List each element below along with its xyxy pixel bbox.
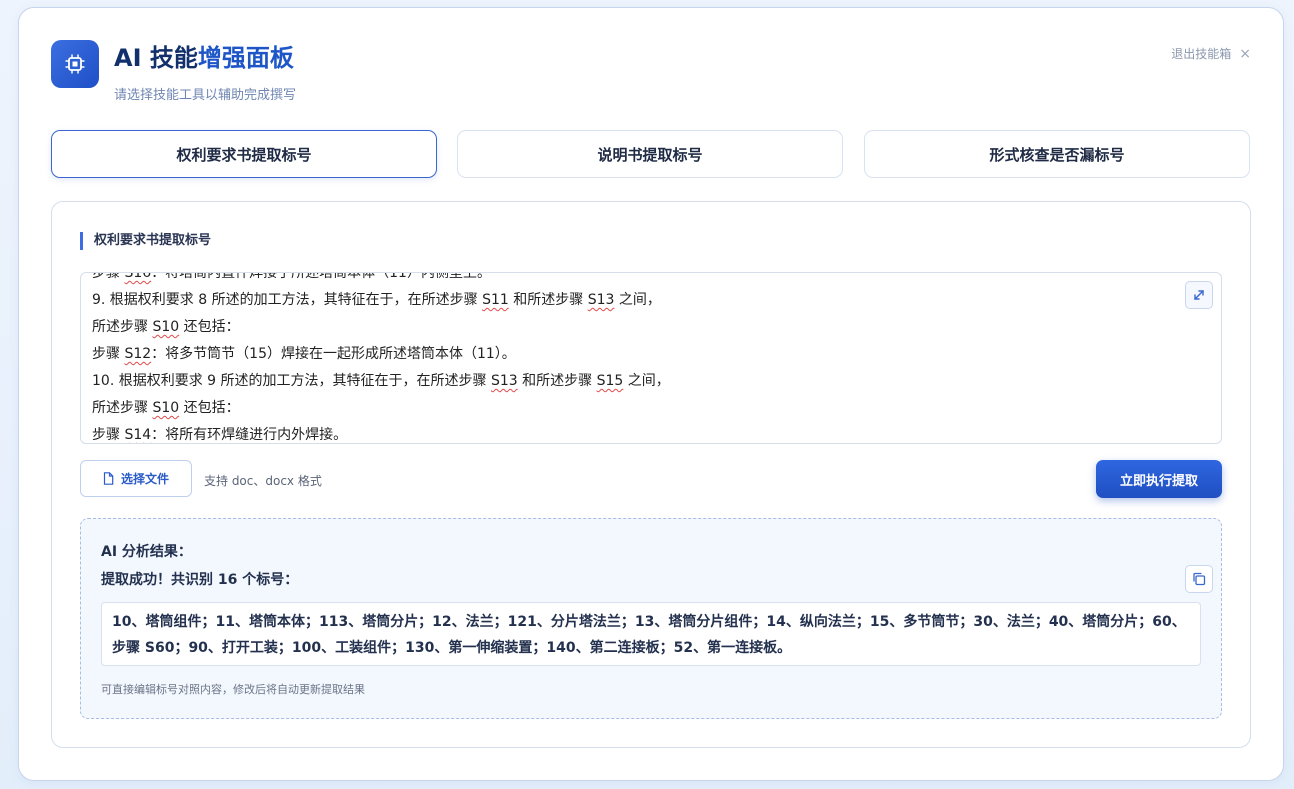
close-icon: × bbox=[1239, 45, 1251, 62]
expand-icon[interactable] bbox=[1185, 281, 1213, 309]
text-segment: 和所述步骤 bbox=[508, 292, 588, 308]
text-segment: 之间， bbox=[623, 373, 670, 389]
result-note: 可直接编辑标号对照内容，修改后将自动更新提取结果 bbox=[101, 683, 365, 696]
result-panel: AI 分析结果： 提取成功！共识别 16 个标号： 10、塔筒组件；11、塔筒本… bbox=[80, 518, 1222, 719]
step-reference: S10 bbox=[152, 319, 180, 335]
exit-label: 退出技能箱 bbox=[1171, 47, 1232, 61]
result-status: 提取成功！共识别 16 个标号： bbox=[101, 572, 299, 588]
file-format-hint: 支持 doc、docx 格式 bbox=[204, 474, 322, 488]
copy-icon[interactable] bbox=[1185, 565, 1213, 593]
step-reference: S13 bbox=[587, 292, 615, 308]
title-group: AI 技能增强面板 请选择技能工具以辅助完成撰写 bbox=[114, 42, 296, 103]
exit-skillbox-button[interactable]: 退出技能箱 × bbox=[1171, 45, 1251, 62]
text-segment: 9. 根据权利要求 8 所述的加工方法，其特征在于，在所述步骤 bbox=[92, 292, 483, 308]
step-reference: S13 bbox=[490, 373, 518, 389]
file-icon bbox=[103, 472, 114, 485]
panel-header: AI 技能增强面板 请选择技能工具以辅助完成撰写 退出技能箱 × bbox=[51, 40, 1251, 110]
section-title: 权利要求书提取标号 bbox=[80, 232, 211, 250]
step-reference: S16 bbox=[124, 272, 152, 281]
result-heading: AI 分析结果： bbox=[101, 544, 192, 560]
text-segment: 步骤 bbox=[92, 427, 125, 443]
step-reference: S10 bbox=[152, 400, 180, 416]
skill-panel: AI 技能增强面板 请选择技能工具以辅助完成撰写 退出技能箱 × 权利要求书提取… bbox=[18, 7, 1284, 781]
step-reference: S12 bbox=[124, 346, 152, 362]
text-segment: 步骤 bbox=[92, 272, 125, 281]
page-subtitle: 请选择技能工具以辅助完成撰写 bbox=[114, 88, 297, 103]
text-segment: 步骤 bbox=[92, 346, 125, 362]
step-reference: S14 bbox=[124, 427, 152, 443]
claims-text-editor[interactable]: 步骤 S16：将塔筒内置件焊接于所述塔筒本体（11）内侧壁上。 9. 根据权利要求… bbox=[80, 272, 1222, 444]
text-segment: 所述步骤 bbox=[92, 400, 153, 416]
step-reference: S15 bbox=[596, 373, 624, 389]
chip-icon bbox=[51, 40, 99, 88]
tab-description-extract[interactable]: 说明书提取标号 bbox=[457, 130, 843, 178]
text-segment: ：将多节筒节（15）焊接在一起形成所述塔筒本体（11）。 bbox=[151, 346, 516, 362]
editor-line: 9. 根据权利要求 8 所述的加工方法，其特征在于，在所述步骤 S11 和所述步… bbox=[92, 287, 1171, 314]
text-segment: ：将塔筒内置件焊接于所述塔筒本体（11）内侧壁上。 bbox=[151, 272, 491, 281]
text-segment: 10. 根据权利要求 9 所述的加工方法，其特征在于，在所述步骤 bbox=[92, 373, 491, 389]
step-reference: S11 bbox=[482, 292, 509, 308]
editor-line: 10. 根据权利要求 9 所述的加工方法，其特征在于，在所述步骤 S13 和所述… bbox=[92, 368, 1171, 395]
select-file-button[interactable]: 选择文件 bbox=[80, 460, 192, 497]
text-segment: 之间， bbox=[614, 292, 661, 308]
editor-content: 步骤 S16：将塔筒内置件焊接于所述塔筒本体（11）内侧壁上。 9. 根据权利要求… bbox=[92, 272, 1171, 443]
editor-line: 所述步骤 S10 还包括： bbox=[92, 314, 1171, 341]
run-extract-button[interactable]: 立即执行提取 bbox=[1096, 460, 1222, 498]
skill-tabs: 权利要求书提取标号 说明书提取标号 形式核查是否漏标号 bbox=[51, 130, 1251, 178]
text-segment: ：将所有环焊缝进行内外焊接。 bbox=[151, 427, 348, 443]
editor-line: 步骤 S12：将多节筒节（15）焊接在一起形成所述塔筒本体（11）。 bbox=[92, 341, 1171, 368]
editor-line: 所述步骤 S10 还包括： bbox=[92, 395, 1171, 422]
text-segment: 还包括： bbox=[179, 400, 240, 416]
tool-card: 权利要求书提取标号 步骤 S16：将塔筒内置件焊接于所述塔筒本体（11）内侧壁上… bbox=[51, 201, 1251, 748]
editor-line: 步骤 S16：将塔筒内置件焊接于所述塔筒本体（11）内侧壁上。 bbox=[92, 272, 1171, 287]
text-segment: 和所述步骤 bbox=[517, 373, 597, 389]
result-content-editor[interactable]: 10、塔筒组件；11、塔筒本体；113、塔筒分片；12、法兰；121、分片塔法兰… bbox=[101, 602, 1201, 666]
text-segment: 所述步骤 bbox=[92, 319, 153, 335]
editor-line: 步骤 S14：将所有环焊缝进行内外焊接。 bbox=[92, 422, 1171, 443]
text-segment: 还包括： bbox=[179, 319, 240, 335]
page-title: AI 技能增强面板 bbox=[114, 44, 294, 72]
tab-claims-extract[interactable]: 权利要求书提取标号 bbox=[51, 130, 437, 178]
select-file-label: 选择文件 bbox=[120, 472, 169, 486]
tab-formal-check[interactable]: 形式核查是否漏标号 bbox=[864, 130, 1250, 178]
